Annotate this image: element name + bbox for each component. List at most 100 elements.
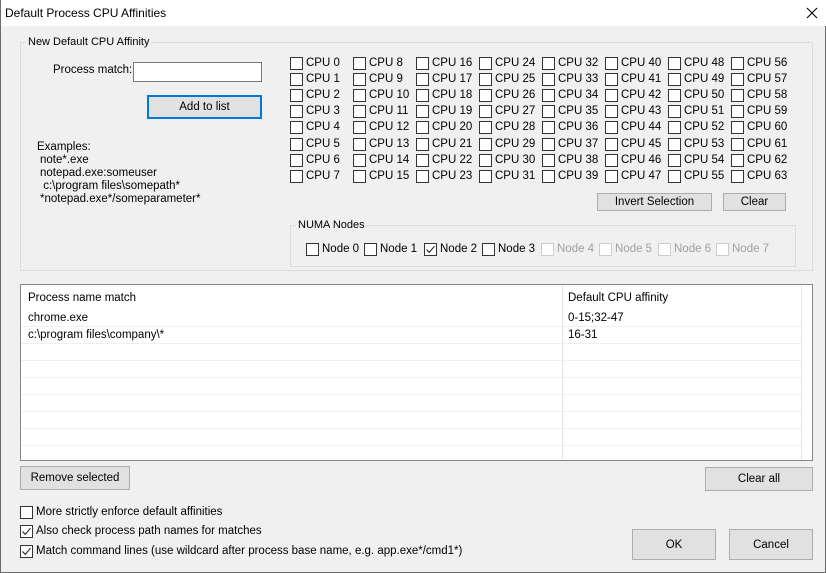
cpu-checkbox-38[interactable]: CPU 38: [542, 153, 598, 167]
cpu-checkbox-46[interactable]: CPU 46: [605, 153, 661, 167]
checkbox-icon[interactable]: [668, 104, 681, 118]
cpu-checkbox-14[interactable]: CPU 14: [353, 153, 409, 167]
numa-node-checkbox-3[interactable]: Node 3: [482, 242, 535, 256]
option-checkbox-1[interactable]: Also check process path names for matche…: [20, 524, 262, 538]
checkbox-icon[interactable]: [479, 137, 492, 151]
checkbox-icon[interactable]: [542, 56, 555, 70]
checkbox-icon[interactable]: [731, 88, 744, 102]
cpu-checkbox-17[interactable]: CPU 17: [416, 72, 472, 86]
cpu-checkbox-33[interactable]: CPU 33: [542, 72, 598, 86]
table-row[interactable]: c:\program files\company\* 16-31: [21, 327, 802, 344]
cpu-checkbox-23[interactable]: CPU 23: [416, 169, 472, 183]
checkbox-icon[interactable]: [416, 169, 429, 183]
option-checkbox-2[interactable]: Match command lines (use wildcard after …: [20, 544, 462, 558]
checkbox-icon[interactable]: [353, 169, 366, 183]
checkbox-icon[interactable]: [668, 120, 681, 134]
table-row[interactable]: chrome.exe 0-15;32-47: [21, 310, 802, 327]
checkbox-icon[interactable]: [482, 242, 495, 256]
column-header-process[interactable]: Process name match: [28, 292, 136, 304]
cpu-checkbox-32[interactable]: CPU 32: [542, 56, 598, 70]
checkbox-icon[interactable]: [542, 104, 555, 118]
cpu-checkbox-52[interactable]: CPU 52: [668, 120, 724, 134]
checkbox-icon[interactable]: [479, 72, 492, 86]
clear-all-button[interactable]: Clear all: [705, 467, 813, 491]
checkbox-icon[interactable]: [668, 88, 681, 102]
numa-node-checkbox-0[interactable]: Node 0: [306, 242, 359, 256]
checkbox-icon[interactable]: [479, 169, 492, 183]
cpu-checkbox-51[interactable]: CPU 51: [668, 104, 724, 118]
checkbox-icon[interactable]: [731, 169, 744, 183]
checkbox-icon[interactable]: [416, 56, 429, 70]
checkbox-icon[interactable]: [290, 72, 303, 86]
cpu-checkbox-24[interactable]: CPU 24: [479, 56, 535, 70]
cpu-checkbox-54[interactable]: CPU 54: [668, 153, 724, 167]
cpu-checkbox-12[interactable]: CPU 12: [353, 120, 409, 134]
cpu-checkbox-3[interactable]: CPU 3: [290, 104, 340, 118]
cpu-checkbox-58[interactable]: CPU 58: [731, 88, 787, 102]
cpu-checkbox-2[interactable]: CPU 2: [290, 88, 340, 102]
cpu-checkbox-10[interactable]: CPU 10: [353, 88, 409, 102]
cpu-checkbox-27[interactable]: CPU 27: [479, 104, 535, 118]
cpu-checkbox-25[interactable]: CPU 25: [479, 72, 535, 86]
cpu-checkbox-0[interactable]: CPU 0: [290, 56, 340, 70]
checkbox-icon[interactable]: [542, 153, 555, 167]
checkbox-icon[interactable]: [353, 72, 366, 86]
cpu-checkbox-16[interactable]: CPU 16: [416, 56, 472, 70]
checkbox-icon[interactable]: [542, 120, 555, 134]
cpu-checkbox-56[interactable]: CPU 56: [731, 56, 787, 70]
checkbox-icon[interactable]: [416, 137, 429, 151]
checkbox-icon[interactable]: [353, 104, 366, 118]
cpu-checkbox-57[interactable]: CPU 57: [731, 72, 787, 86]
checkbox-icon[interactable]: [605, 169, 618, 183]
add-to-list-button[interactable]: Add to list: [147, 95, 262, 119]
cpu-checkbox-20[interactable]: CPU 20: [416, 120, 472, 134]
checkbox-icon[interactable]: [290, 88, 303, 102]
cpu-checkbox-60[interactable]: CPU 60: [731, 120, 787, 134]
checkbox-icon[interactable]: [353, 137, 366, 151]
cpu-checkbox-59[interactable]: CPU 59: [731, 104, 787, 118]
checkbox-icon[interactable]: [290, 137, 303, 151]
cpu-checkbox-45[interactable]: CPU 45: [605, 137, 661, 151]
checkbox-icon[interactable]: [605, 72, 618, 86]
checkbox-icon[interactable]: [668, 153, 681, 167]
checkbox-icon[interactable]: [353, 88, 366, 102]
checkbox-icon[interactable]: [605, 88, 618, 102]
column-header-affinity[interactable]: Default CPU affinity: [568, 292, 668, 304]
cpu-checkbox-34[interactable]: CPU 34: [542, 88, 598, 102]
cpu-checkbox-13[interactable]: CPU 13: [353, 137, 409, 151]
invert-selection-button[interactable]: Invert Selection: [597, 193, 712, 211]
checkbox-icon[interactable]: [353, 120, 366, 134]
checkbox-icon[interactable]: [416, 120, 429, 134]
affinity-list[interactable]: Process name match Default CPU affinity …: [20, 284, 813, 461]
cpu-checkbox-39[interactable]: CPU 39: [542, 169, 598, 183]
cpu-checkbox-44[interactable]: CPU 44: [605, 120, 661, 134]
checkbox-checked-icon[interactable]: [20, 544, 33, 558]
cpu-checkbox-62[interactable]: CPU 62: [731, 153, 787, 167]
checkbox-icon[interactable]: [668, 72, 681, 86]
checkbox-icon[interactable]: [290, 153, 303, 167]
numa-node-checkbox-2[interactable]: Node 2: [424, 242, 477, 256]
checkbox-icon[interactable]: [290, 104, 303, 118]
checkbox-icon[interactable]: [668, 169, 681, 183]
checkbox-icon[interactable]: [542, 88, 555, 102]
option-checkbox-0[interactable]: More strictly enforce default affinities: [20, 505, 222, 519]
checkbox-icon[interactable]: [605, 120, 618, 134]
cpu-checkbox-43[interactable]: CPU 43: [605, 104, 661, 118]
checkbox-icon[interactable]: [731, 120, 744, 134]
checkbox-icon[interactable]: [542, 137, 555, 151]
checkbox-icon[interactable]: [731, 153, 744, 167]
cpu-checkbox-18[interactable]: CPU 18: [416, 88, 472, 102]
cpu-checkbox-6[interactable]: CPU 6: [290, 153, 340, 167]
cpu-checkbox-55[interactable]: CPU 55: [668, 169, 724, 183]
cpu-checkbox-28[interactable]: CPU 28: [479, 120, 535, 134]
cpu-checkbox-7[interactable]: CPU 7: [290, 169, 340, 183]
checkbox-icon[interactable]: [364, 242, 377, 256]
checkbox-icon[interactable]: [668, 137, 681, 151]
checkbox-icon[interactable]: [605, 153, 618, 167]
checkbox-icon[interactable]: [20, 505, 33, 519]
cpu-checkbox-61[interactable]: CPU 61: [731, 137, 787, 151]
cpu-checkbox-26[interactable]: CPU 26: [479, 88, 535, 102]
cpu-checkbox-50[interactable]: CPU 50: [668, 88, 724, 102]
checkbox-icon[interactable]: [290, 120, 303, 134]
checkbox-icon[interactable]: [479, 153, 492, 167]
